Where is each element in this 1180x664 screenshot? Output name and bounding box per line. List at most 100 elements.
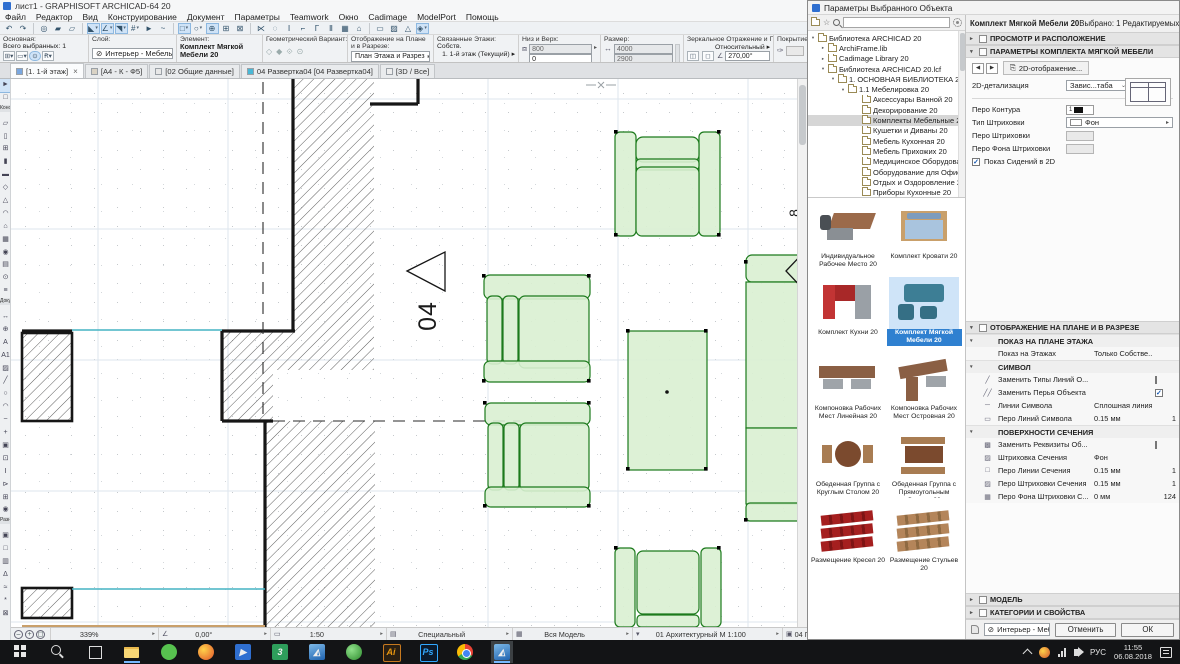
tool-button[interactable]: □ <box>0 543 10 556</box>
angle-field[interactable]: 270,00° <box>725 51 770 61</box>
library-item[interactable]: Комплект Кровати 20 <box>886 201 962 277</box>
zoom-buttons[interactable]: – + ◻ <box>11 628 51 640</box>
display-row[interactable]: □ Перо Линии Сечения 0.15 мм 1 <box>966 464 1179 477</box>
toolbar-icon[interactable]: ◈ <box>415 22 429 34</box>
favorites-button[interactable]: ▭▾ <box>16 51 28 61</box>
menu-item[interactable]: Teamwork <box>285 12 334 22</box>
top-elevation-field[interactable]: 800 <box>529 44 592 54</box>
toolbar-icon[interactable] <box>250 22 251 34</box>
tree-item[interactable]: ▾ 1.1 Мебелировка 20 <box>808 84 965 94</box>
tool-button[interactable]: ► <box>0 79 10 93</box>
action-center-icon[interactable] <box>1160 646 1172 658</box>
menu-item[interactable]: Параметры <box>230 12 285 22</box>
tool-button[interactable]: ▱ <box>0 118 10 131</box>
tool-button[interactable]: ▦ <box>0 234 10 247</box>
element-name[interactable]: Комплект Мягкой Мебели 20 <box>180 43 259 59</box>
rotate-mode[interactable]: Относительный ▸ <box>687 43 770 51</box>
section-model[interactable]: ▸ МОДЕЛЬ <box>966 593 1179 606</box>
display-row[interactable]: ─ Линии Символа Сплошная линия <box>966 399 1179 412</box>
tool-button[interactable]: ↔ <box>0 311 10 324</box>
fill-type-combo[interactable]: Фон ▸ <box>1066 117 1173 128</box>
menu-item[interactable]: Редактор <box>31 12 78 22</box>
toolbar-icon[interactable]: ◎ <box>38 23 51 34</box>
section-floorplan-section[interactable]: ▾ ОТОБРАЖЕНИЕ НА ПЛАНЕ И В РАЗРЕЗЕ <box>966 321 1179 334</box>
layer-combo[interactable]: ⊘ Интерьер - Мебель▸ <box>92 48 173 59</box>
tool-button[interactable]: Ⅰ <box>0 466 10 479</box>
library-item[interactable]: Обеденная Группа с Круглым Столом 20 <box>810 429 886 505</box>
geometry-variant-2-icon[interactable]: ◆ <box>276 47 282 57</box>
zoom-level-combo[interactable]: 339% ▸ <box>51 628 159 640</box>
orientation-combo[interactable]: ∠ 0,00° ▸ <box>159 628 271 640</box>
tool-button[interactable]: ◠ <box>0 208 10 221</box>
dialog-title-bar[interactable]: Параметры Выбранного Объекта <box>808 1 1179 15</box>
tool-button[interactable]: ▮ <box>0 156 10 169</box>
tree-item[interactable]: ▾ 1. ОСНОВНАЯ БИБЛИОТЕКА 20 <box>808 74 965 84</box>
library-item[interactable]: Компоновка Рабочих Мест Линейная 20 <box>810 353 886 429</box>
toolbar-icon[interactable]: # <box>129 23 142 34</box>
show-seats-checkbox[interactable] <box>972 157 980 166</box>
library-item[interactable]: Обеденная Группа с Прямоугольным Столом … <box>886 429 962 505</box>
tool-button[interactable]: ⌂ <box>0 221 10 234</box>
toolbar-icon[interactable]: ⊠ <box>234 23 247 34</box>
tool-button[interactable]: ⊳ <box>0 479 10 492</box>
tree-item[interactable]: Приборы Кухонные 20 <box>808 187 965 197</box>
toolbar-icon[interactable]: ⌂ <box>353 23 366 34</box>
toolbar-icon[interactable]: ◥ <box>114 22 128 34</box>
explorer-icon[interactable] <box>121 641 143 663</box>
toolbar-icon[interactable] <box>369 22 370 34</box>
row-checkbox[interactable] <box>1155 375 1157 384</box>
toolbar-icon[interactable]: Ⅱ <box>325 23 338 34</box>
tree-expand-icon[interactable]: ▸ <box>820 56 826 62</box>
row-checkbox[interactable] <box>1155 388 1163 397</box>
tree-item[interactable]: Оборудование для Офиса 20 <box>808 166 965 177</box>
tree-item[interactable]: ▸ ArchiFrame.lib <box>808 43 965 53</box>
photoshop-icon[interactable]: Ps <box>417 641 439 663</box>
toolbar-icon[interactable]: ▭ <box>374 23 387 34</box>
menu-item[interactable]: ModelPort <box>412 12 461 22</box>
start-button[interactable] <box>10 641 32 663</box>
library-item[interactable]: Размещение Стульев 20 <box>886 505 962 581</box>
gear-icon[interactable] <box>953 18 962 27</box>
display-row[interactable]: ▭ Перо Линий Символа 0.15 мм 1 <box>966 412 1179 425</box>
network-icon[interactable] <box>1057 647 1066 657</box>
layout-combo[interactable]: ▣04 Проект - Пл <box>783 628 807 640</box>
toolbar-icon[interactable]: ∠ <box>100 22 114 34</box>
tool-button[interactable]: ◇ <box>0 182 10 195</box>
tool-button[interactable]: Констр <box>0 104 10 118</box>
toolbar-icon[interactable]: Ⅰ <box>283 23 296 34</box>
display-row[interactable]: ▾ ПОВЕРХНОСТИ СЕЧЕНИЯ <box>966 425 1179 438</box>
tool-button[interactable]: ⊡ <box>0 453 10 466</box>
tool-button[interactable]: ▣ <box>0 530 10 543</box>
tool-button[interactable]: ○ <box>0 388 10 401</box>
toolbar-icon[interactable]: ⊞ <box>220 23 233 34</box>
tree-item[interactable]: Аксессуары Ванной 20 <box>808 94 965 105</box>
geometry-variant-4-icon[interactable]: ⊙ <box>297 47 304 57</box>
display-row[interactable]: ╱ Заменить Типы Линий О... <box>966 373 1179 386</box>
favorites-icon[interactable]: ☆ <box>823 18 830 27</box>
downloader-icon[interactable] <box>195 641 217 663</box>
tool-button[interactable]: □ <box>0 92 10 105</box>
size-width-field[interactable]: 4000 <box>614 44 673 54</box>
toolbar-icon[interactable]: ▱ <box>66 23 79 34</box>
settings-dialog-button[interactable]: ⊞▾ <box>3 51 15 61</box>
folder-view-icon[interactable] <box>811 17 820 26</box>
pen-set-button[interactable]: Ꞧ▾ <box>42 51 54 61</box>
canvas-vertical-scrollbar[interactable] <box>797 79 807 627</box>
elevation-marker-04-label[interactable]: 04 <box>413 287 443 345</box>
next-page-button[interactable]: ▶ <box>986 62 998 74</box>
dimension-combo[interactable]: ▾ 01 Архитектурный М 1:100 ▸ <box>633 628 783 640</box>
tool-button[interactable]: Разное <box>0 517 10 530</box>
toolbar-icon[interactable]: ○ <box>192 23 205 34</box>
tool-button[interactable]: ◉ <box>0 504 10 517</box>
close-tab-icon[interactable]: × <box>73 67 78 76</box>
view-tab[interactable]: [3D / Все] <box>379 64 436 78</box>
view-tab[interactable]: [А4 - К - Ф5] <box>84 64 149 78</box>
bottom-elevation-field[interactable]: 0 <box>529 54 592 62</box>
tree-expand-icon[interactable]: ▸ <box>820 45 826 51</box>
display-row[interactable]: ▨ Перо Штриховки Сечения 0.15 мм 1 <box>966 477 1179 490</box>
parameter-page-tab[interactable]: ⎘ 2D-отображение... <box>1003 61 1090 75</box>
tool-button[interactable]: ≈ <box>0 582 10 595</box>
tool-button[interactable]: ╱ <box>0 375 10 388</box>
tree-item[interactable]: Кушетки и Диваны 20 <box>808 125 965 136</box>
tool-button[interactable]: ◠ <box>0 401 10 414</box>
